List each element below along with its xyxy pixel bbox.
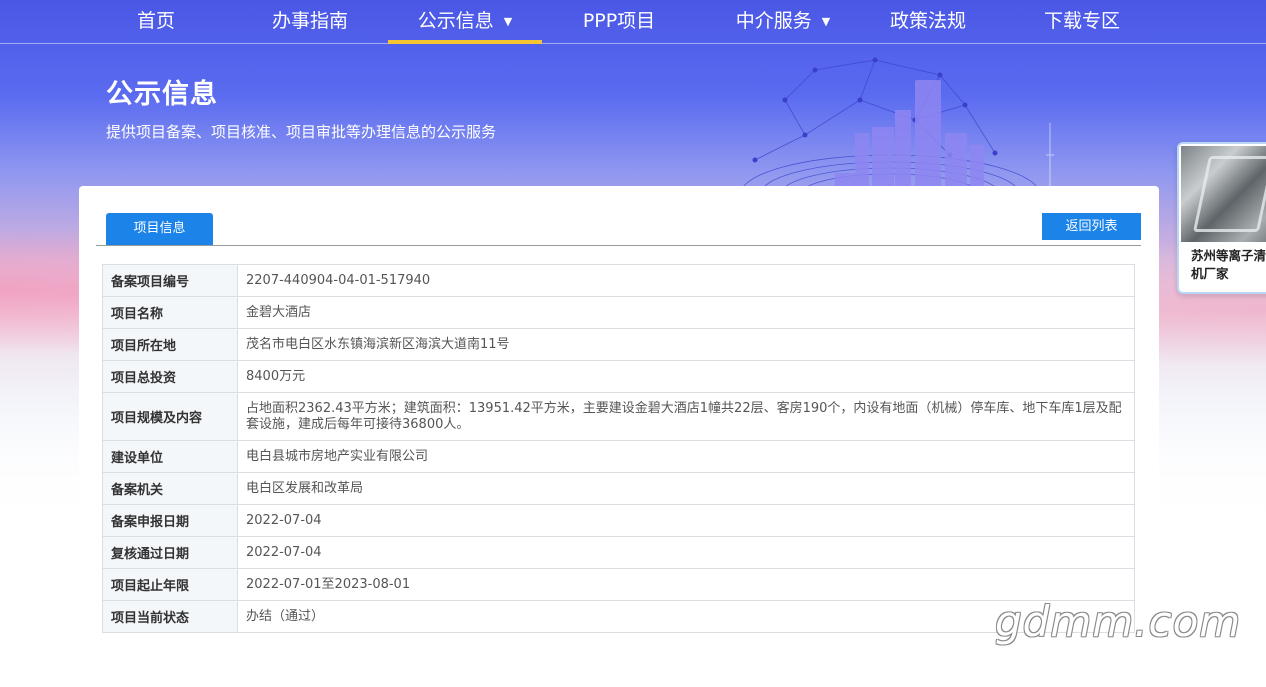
chevron-down-icon: ▼ xyxy=(503,15,513,28)
field-label: 建设单位 xyxy=(102,440,238,473)
field-label: 项目规模及内容 xyxy=(102,392,238,441)
table-row: 建设单位 电白县城市房地产实业有限公司 xyxy=(102,440,1135,473)
side-ad-card[interactable]: 苏州等离子清洗机厂家 xyxy=(1177,142,1266,294)
field-value: 2022-07-04 xyxy=(237,536,1135,569)
field-value: 占地面积2362.43平方米；建筑面积：13951.42平方米，主要建设金碧大酒… xyxy=(237,392,1135,441)
field-label: 备案机关 xyxy=(102,472,238,505)
main-nav: 首页 办事指南 公示信息 ▼ PPP项目 中介服务 ▼ 政策法规 下载专区 xyxy=(0,0,1266,44)
field-value: 2022-07-04 xyxy=(237,504,1135,537)
field-value: 2022-07-01至2023-08-01 xyxy=(237,568,1135,601)
field-label: 项目当前状态 xyxy=(102,600,238,633)
field-label: 项目起止年限 xyxy=(102,568,238,601)
back-to-list-button[interactable]: 返回列表 xyxy=(1042,213,1141,240)
field-label: 项目总投资 xyxy=(102,360,238,393)
field-label: 复核通过日期 xyxy=(102,536,238,569)
table-row: 备案申报日期 2022-07-04 xyxy=(102,504,1135,537)
nav-item-label: PPP项目 xyxy=(582,10,656,32)
field-value: 电白县城市房地产实业有限公司 xyxy=(237,440,1135,473)
table-row: 项目所在地 茂名市电白区水东镇海滨新区海滨大道南11号 xyxy=(102,328,1135,361)
nav-item-label: 公示信息 xyxy=(417,10,494,32)
page-title: 公示信息 xyxy=(106,79,218,110)
field-label: 备案项目编号 xyxy=(102,264,238,297)
nav-item-download[interactable]: 下载专区 xyxy=(1005,0,1159,43)
ad-photo xyxy=(1181,146,1266,242)
field-value: 8400万元 xyxy=(237,360,1135,393)
table-row: 备案项目编号 2207-440904-04-01-517940 xyxy=(102,264,1135,297)
project-info-table: 备案项目编号 2207-440904-04-01-517940 项目名称 金碧大酒店项… xyxy=(102,264,1135,633)
nav-item-guide[interactable]: 办事指南 xyxy=(233,0,387,43)
field-value: 茂名市电白区水东镇海滨新区海滨大道南11号 xyxy=(237,328,1135,361)
nav-item-label: 首页 xyxy=(136,10,175,32)
table-row: 项目起止年限 2022-07-01至2023-08-01 xyxy=(102,568,1135,601)
ad-text: 苏州等离子清洗机厂家 xyxy=(1191,248,1266,281)
watermark: gdmm.com xyxy=(995,597,1242,646)
nav-item-label: 政策法规 xyxy=(889,10,966,32)
city-network-illustration xyxy=(740,57,1056,190)
nav-item-public-info[interactable]: 公示信息 ▼ xyxy=(388,0,542,44)
table-row: 项目总投资 8400万元 xyxy=(102,360,1135,393)
nav-item-policy[interactable]: 政策法规 xyxy=(851,0,1005,43)
chevron-down-icon: ▼ xyxy=(821,15,831,28)
nav-item-ppp[interactable]: PPP项目 xyxy=(542,0,696,43)
table-row: 复核通过日期 2022-07-04 xyxy=(102,536,1135,569)
field-label: 项目名称 xyxy=(102,296,238,329)
nav-item-label: 下载专区 xyxy=(1043,10,1120,32)
field-value: 电白区发展和改革局 xyxy=(237,472,1135,505)
nav-item-agency[interactable]: 中介服务 ▼ xyxy=(706,0,860,43)
table-row: 备案机关 电白区发展和改革局 xyxy=(102,472,1135,505)
field-value: 2207-440904-04-01-517940 xyxy=(237,264,1135,297)
field-value: 金碧大酒店 xyxy=(237,296,1135,329)
table-row: 项目当前状态 办结（通过） xyxy=(102,600,1135,633)
table-row: 项目规模及内容 占地面积2362.43平方米；建筑面积：13951.42平方米，主… xyxy=(102,392,1135,441)
nav-item-label: 中介服务 xyxy=(735,10,812,32)
tab-project-info[interactable]: 项目信息 xyxy=(106,213,213,245)
nav-item-home[interactable]: 首页 xyxy=(79,0,233,43)
tab-divider xyxy=(96,245,1141,246)
nav-item-label: 办事指南 xyxy=(271,10,348,32)
page-subtitle: 提供项目备案、项目核准、项目审批等办理信息的公示服务 xyxy=(106,123,497,141)
field-label: 项目所在地 xyxy=(102,328,238,361)
table-row: 项目名称 金碧大酒店 xyxy=(102,296,1135,329)
field-label: 备案申报日期 xyxy=(102,504,238,537)
